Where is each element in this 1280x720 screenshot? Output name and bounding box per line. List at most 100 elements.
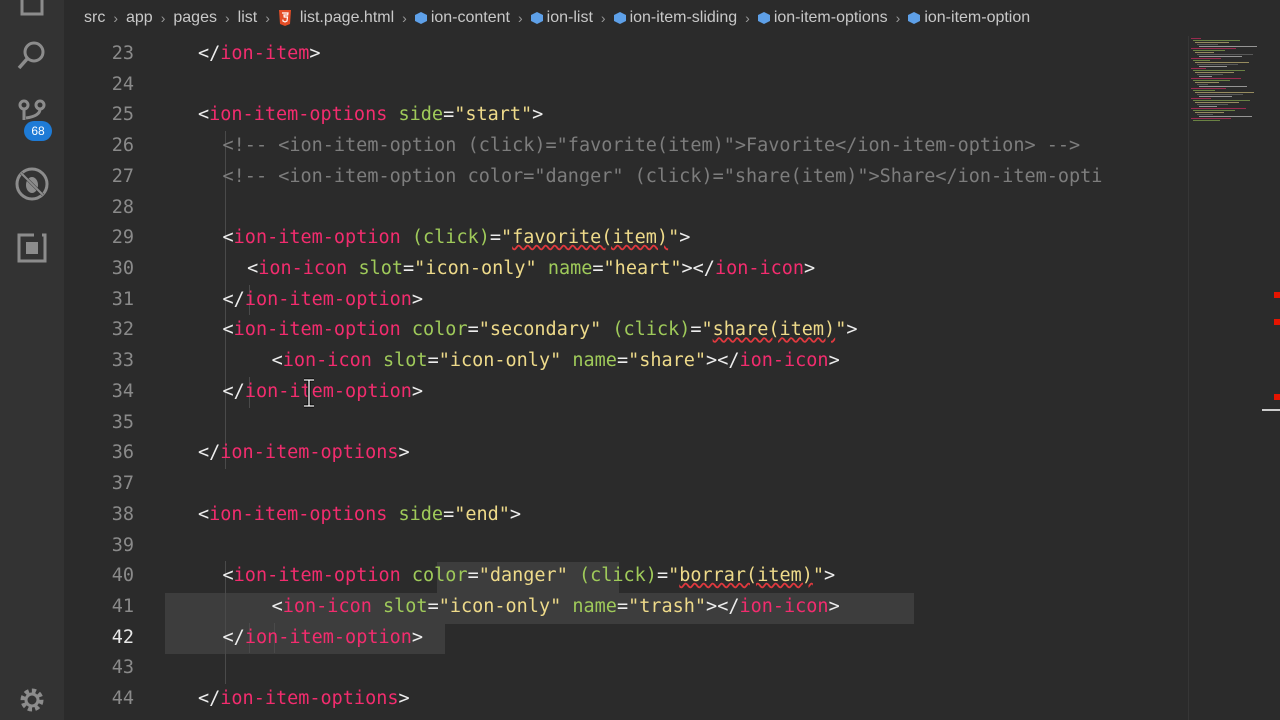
line-number: 29 <box>111 227 134 249</box>
line-number: 43 <box>111 657 134 679</box>
code-line[interactable]: 33 <ion-icon slot="icon-only" name="share… <box>64 346 1188 376</box>
element-icon <box>613 12 626 24</box>
settings-gear-icon[interactable] <box>18 686 46 714</box>
minimap-line <box>1197 74 1223 75</box>
breadcrumb-item[interactable]: pages <box>173 9 217 27</box>
code-line[interactable]: 43 <box>64 653 1188 683</box>
code-line[interactable]: 36 </ion-item-options> <box>64 438 1188 468</box>
minimap-line <box>1197 54 1253 55</box>
code-line[interactable]: 24 <box>64 70 1188 100</box>
code-line[interactable]: 31 </ion-item-option> <box>64 285 1188 315</box>
breadcrumb-item[interactable]: app <box>126 9 153 27</box>
breadcrumb-item[interactable]: ion-item-sliding <box>613 9 737 27</box>
code-line[interactable]: 30 <ion-icon slot="icon-only" name="heart… <box>64 254 1188 284</box>
minimap-line <box>1191 58 1221 59</box>
line-number: 23 <box>111 43 134 64</box>
code-text: <ion-item-options side="start"> <box>198 104 544 126</box>
code-line[interactable]: 39 <box>64 531 1188 561</box>
html5-icon <box>278 10 291 26</box>
code-text: </ion-item-option> <box>222 626 424 648</box>
search-icon[interactable] <box>14 38 50 74</box>
breadcrumb-item[interactable]: ion-item-options <box>757 9 888 27</box>
code-text: <ion-item-option color="secondary" (clic… <box>222 319 858 341</box>
code-line[interactable]: 29 <ion-item-option (click)="favorite(ite… <box>64 223 1188 253</box>
chevron-right-icon: › <box>745 10 750 26</box>
line-number: 31 <box>111 288 134 310</box>
line-number: 39 <box>111 534 134 556</box>
minimap-line <box>1191 98 1211 99</box>
minimap-line <box>1193 60 1210 61</box>
chevron-right-icon: › <box>895 10 901 26</box>
code-line[interactable]: 32 <ion-item-option color="secondary" (cl… <box>64 315 1188 345</box>
minimap-line <box>1199 76 1212 77</box>
minimap-line <box>1193 90 1215 91</box>
minimap-line <box>1195 102 1239 103</box>
breadcrumb: src › app › pages › list › list.page.htm… <box>64 0 1280 36</box>
line-number: 44 <box>111 688 134 710</box>
code-text: <ion-item-options side="end"> <box>198 503 522 525</box>
minimap-line <box>1199 46 1257 47</box>
breadcrumb-item[interactable]: list <box>238 9 258 27</box>
minimap-line <box>1193 110 1235 111</box>
line-number: 26 <box>111 135 134 157</box>
breadcrumb-item[interactable]: ion-list <box>530 9 593 27</box>
chevron-right-icon: › <box>402 10 407 26</box>
line-number: 34 <box>111 380 134 402</box>
minimap-line <box>1197 44 1218 45</box>
line-number: 30 <box>111 258 134 280</box>
minimap-line <box>1191 38 1201 39</box>
code-line[interactable]: 26 <!-- <ion-item-option (click)="favorit… <box>64 131 1188 161</box>
code-line[interactable]: 34 </ion-item-option> <box>64 377 1188 407</box>
explorer-icon[interactable] <box>14 0 50 22</box>
chevron-right-icon: › <box>517 10 523 26</box>
code-line[interactable]: 28 <box>64 193 1188 223</box>
minimap-line <box>1195 72 1234 73</box>
minimap-line <box>1193 80 1230 81</box>
code-text: <ion-item-option color="danger" (click)=… <box>222 565 836 587</box>
code-line[interactable]: 42 </ion-item-option> <box>64 623 1188 653</box>
breadcrumb-file[interactable]: list.page.html <box>278 9 394 27</box>
line-number: 24 <box>111 73 134 95</box>
extensions-icon[interactable] <box>14 230 50 266</box>
code-line[interactable]: 37 <box>64 469 1188 499</box>
minimap-line <box>1191 108 1246 109</box>
minimap-line <box>1197 94 1243 95</box>
code-text: </ion-item> <box>198 43 321 64</box>
breadcrumb-item[interactable]: src <box>84 9 105 27</box>
code-line[interactable]: 27 <!-- <ion-item-option color="danger" (… <box>64 162 1188 192</box>
minimap-line <box>1199 66 1227 67</box>
code-line[interactable]: 25 <ion-item-options side="start"> <box>64 100 1188 130</box>
code-text: <!-- <ion-item-option (click)="favorite(… <box>222 135 1081 157</box>
line-number: 32 <box>111 319 134 341</box>
line-number: 27 <box>111 165 134 187</box>
minimap-line <box>1193 70 1245 71</box>
line-number: 35 <box>111 411 134 433</box>
line-number: 42 <box>111 626 134 648</box>
code-editor[interactable]: 23 </ion-item> 24 25 <ion-item-options side=… <box>64 38 1188 720</box>
code-line[interactable]: 41 <ion-icon slot="icon-only" name="trash… <box>64 592 1188 622</box>
minimap[interactable] <box>1188 36 1280 720</box>
debug-icon[interactable] <box>14 166 50 202</box>
scroll-position-marker <box>1262 409 1280 411</box>
breadcrumb-item[interactable]: ion-item-option <box>908 9 1030 27</box>
element-icon <box>757 12 770 24</box>
line-number: 25 <box>111 104 134 126</box>
code-text: <ion-icon slot="icon-only" name="share">… <box>271 350 840 372</box>
code-text: </ion-item-options> <box>198 688 410 710</box>
code-line[interactable]: 40 <ion-item-option color="danger" (click… <box>64 561 1188 591</box>
error-marker <box>1274 394 1280 400</box>
minimap-line <box>1195 92 1254 93</box>
code-line[interactable]: 44 </ion-item-options> <box>64 684 1188 714</box>
code-line[interactable]: 23 </ion-item> <box>64 39 1188 69</box>
minimap-line <box>1199 86 1247 87</box>
minimap-line <box>1195 52 1214 53</box>
code-text: <!-- <ion-item-option color="danger" (cl… <box>222 165 1103 187</box>
code-line[interactable]: 38 <ion-item-options side="end"> <box>64 500 1188 530</box>
minimap-line <box>1191 68 1206 69</box>
breadcrumb-item[interactable]: ion-content <box>414 9 510 27</box>
chevron-right-icon: › <box>113 10 118 26</box>
minimap-line <box>1197 114 1213 115</box>
code-line[interactable]: 35 <box>64 408 1188 438</box>
minimap-line <box>1195 62 1249 63</box>
minimap-line <box>1195 112 1224 113</box>
